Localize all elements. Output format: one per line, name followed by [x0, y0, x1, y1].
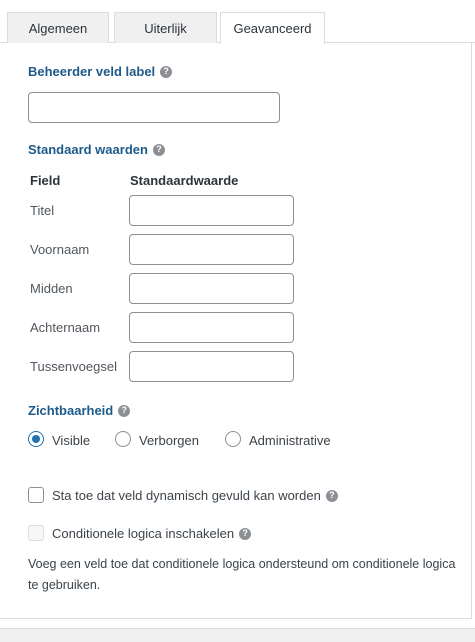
tab-algemeen[interactable]: Algemeen	[7, 12, 109, 43]
conditional-logic-label[interactable]: Conditionele logica inschakelen	[52, 526, 234, 541]
conditional-logic-row: Conditionele logica inschakelen ?	[52, 526, 252, 541]
dynamic-fill-row: Sta toe dat veld dynamisch gevuld kan wo…	[52, 488, 338, 503]
row-label-voornaam: Voornaam	[30, 242, 90, 257]
row-label-titel: Titel	[30, 203, 55, 218]
visibility-label-administrative[interactable]: Administrative	[249, 433, 331, 448]
tab-uiterlijk[interactable]: Uiterlijk	[114, 12, 217, 43]
column-header-field: Field	[30, 173, 61, 188]
row-label-achternaam: Achternaam	[30, 320, 101, 335]
admin-label-heading: Beheerder veld label ?	[28, 64, 173, 79]
visibility-label-hidden[interactable]: Verborgen	[139, 433, 199, 448]
row-label-midden: Midden	[30, 281, 73, 296]
question-circle-icon[interactable]: ?	[239, 527, 252, 540]
visibility-heading: Zichtbaarheid ?	[28, 403, 131, 418]
default-input-voornaam[interactable]	[129, 234, 294, 265]
visibility-radio-administrative[interactable]	[225, 431, 241, 447]
field-settings-frame: Algemeen Uiterlijk Geavanceerd Beheerder…	[0, 0, 475, 642]
column-header-default: Standaardwaarde	[130, 173, 239, 188]
visibility-radio-hidden[interactable]	[115, 431, 131, 447]
conditional-logic-description: Voeg een veld toe dat conditionele logic…	[28, 557, 456, 592]
default-input-achternaam[interactable]	[129, 312, 294, 343]
default-input-tussenvoegsel[interactable]	[129, 351, 294, 382]
visibility-label-visible[interactable]: Visible	[52, 433, 90, 448]
dynamic-fill-label[interactable]: Sta toe dat veld dynamisch gevuld kan wo…	[52, 488, 321, 503]
bottom-bar	[0, 628, 475, 642]
question-circle-icon[interactable]: ?	[152, 143, 165, 156]
admin-label-input[interactable]	[28, 92, 280, 123]
dynamic-fill-checkbox[interactable]	[28, 487, 44, 503]
default-input-midden[interactable]	[129, 273, 294, 304]
tab-geavanceerd[interactable]: Geavanceerd	[220, 12, 325, 44]
visibility-title: Zichtbaarheid	[28, 403, 114, 418]
row-label-tussenvoegsel: Tussenvoegsel	[30, 359, 117, 374]
default-input-titel[interactable]	[129, 195, 294, 226]
question-circle-icon[interactable]: ?	[160, 65, 173, 78]
question-circle-icon[interactable]: ?	[118, 404, 131, 417]
default-values-heading: Standaard waarden ?	[28, 142, 165, 157]
admin-label-title: Beheerder veld label	[28, 64, 156, 79]
conditional-logic-checkbox[interactable]	[28, 525, 44, 541]
default-values-title: Standaard waarden	[28, 142, 148, 157]
question-circle-icon[interactable]: ?	[325, 489, 338, 502]
visibility-radio-visible[interactable]	[28, 431, 44, 447]
settings-tabs: Algemeen Uiterlijk Geavanceerd	[0, 0, 475, 44]
